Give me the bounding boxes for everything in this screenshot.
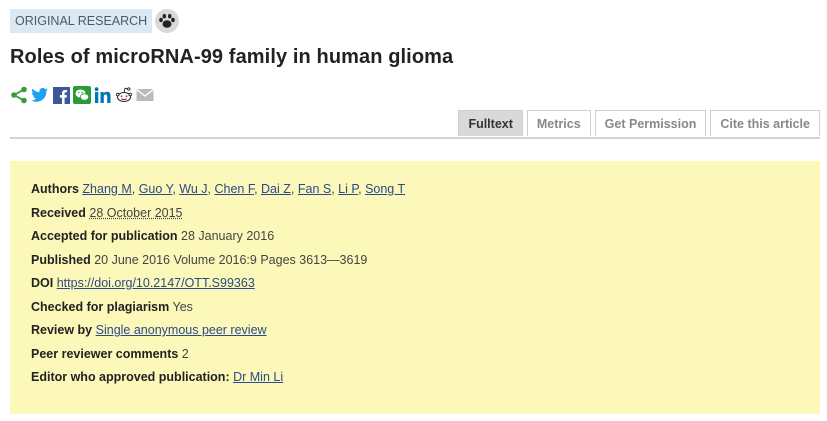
plagiarism-row: Checked for plagiarism Yes — [31, 299, 799, 323]
tab-metrics[interactable]: Metrics — [526, 110, 591, 136]
received-row: Received 28 October 2015 — [31, 205, 799, 229]
reddit-icon[interactable] — [115, 86, 133, 104]
email-icon[interactable] — [136, 86, 154, 104]
accepted-date: 28 January 2016 — [181, 229, 275, 243]
doi-row: DOI https://doi.org/10.2147/OTT.S99363 — [31, 275, 799, 299]
tabs-divider — [10, 137, 820, 139]
twitter-icon[interactable] — [31, 86, 49, 104]
editor-link[interactable]: Dr Min Li — [233, 370, 283, 384]
author-link[interactable]: Dai Z — [261, 182, 291, 196]
paw-icon[interactable] — [155, 9, 180, 33]
authors-label: Authors — [31, 182, 79, 196]
share-bar — [10, 86, 157, 104]
author-link[interactable]: Zhang M — [82, 182, 131, 196]
editor-label: Editor who approved publication: — [31, 370, 230, 384]
article-type-row: ORIGINAL RESEARCH — [10, 9, 180, 33]
comments-label: Peer reviewer comments — [31, 346, 179, 361]
author-link[interactable]: Guo Y — [139, 182, 173, 196]
doi-link[interactable]: https://doi.org/10.2147/OTT.S99363 — [57, 276, 255, 290]
review-type-link[interactable]: Single anonymous peer review — [96, 323, 267, 337]
tab-get-permission[interactable]: Get Permission — [594, 110, 707, 136]
tab-cite-this-article[interactable]: Cite this article — [710, 110, 820, 136]
tab-fulltext[interactable]: Fulltext — [458, 110, 523, 136]
comments-row: Peer reviewer comments 2 — [31, 346, 799, 370]
received-date: 28 October 2015 — [89, 205, 183, 220]
authors-row: Authors Zhang M, Guo Y, Wu J, Chen F, Da… — [31, 182, 406, 196]
author-link[interactable]: Song T — [365, 182, 405, 196]
published-label: Published — [31, 252, 91, 267]
article-tabs: Fulltext Metrics Get Permission Cite thi… — [454, 110, 820, 136]
article-info-panel: Authors Zhang M, Guo Y, Wu J, Chen F, Da… — [10, 161, 820, 414]
plagiarism-label: Checked for plagiarism — [31, 299, 170, 314]
author-link[interactable]: Li P — [338, 182, 358, 196]
article-type-badge[interactable]: ORIGINAL RESEARCH — [10, 9, 153, 33]
received-label: Received — [31, 205, 86, 220]
doi-label: DOI — [31, 276, 54, 290]
accepted-row: Accepted for publication 28 January 2016 — [31, 228, 799, 252]
accepted-label: Accepted for publication — [31, 229, 178, 243]
wechat-icon[interactable] — [73, 86, 91, 104]
article-title: Roles of microRNA-99 family in human gli… — [10, 46, 454, 68]
share-icon[interactable] — [10, 86, 28, 104]
review-row: Review by Single anonymous peer review — [31, 322, 799, 346]
facebook-icon[interactable] — [52, 86, 70, 104]
linkedin-icon[interactable] — [94, 86, 112, 104]
published-row: Published 20 June 2016 Volume 2016:9 Pag… — [31, 252, 799, 276]
editor-row: Editor who approved publication: Dr Min … — [31, 369, 799, 393]
published-details: 20 June 2016 Volume 2016:9 Pages 3613—36… — [94, 252, 368, 267]
plagiarism-value: Yes — [172, 299, 193, 314]
comments-count: 2 — [181, 346, 189, 361]
author-link[interactable]: Fan S — [298, 182, 331, 196]
author-link[interactable]: Wu J — [179, 182, 207, 196]
review-label: Review by — [31, 323, 93, 337]
author-link[interactable]: Chen F — [214, 182, 254, 196]
